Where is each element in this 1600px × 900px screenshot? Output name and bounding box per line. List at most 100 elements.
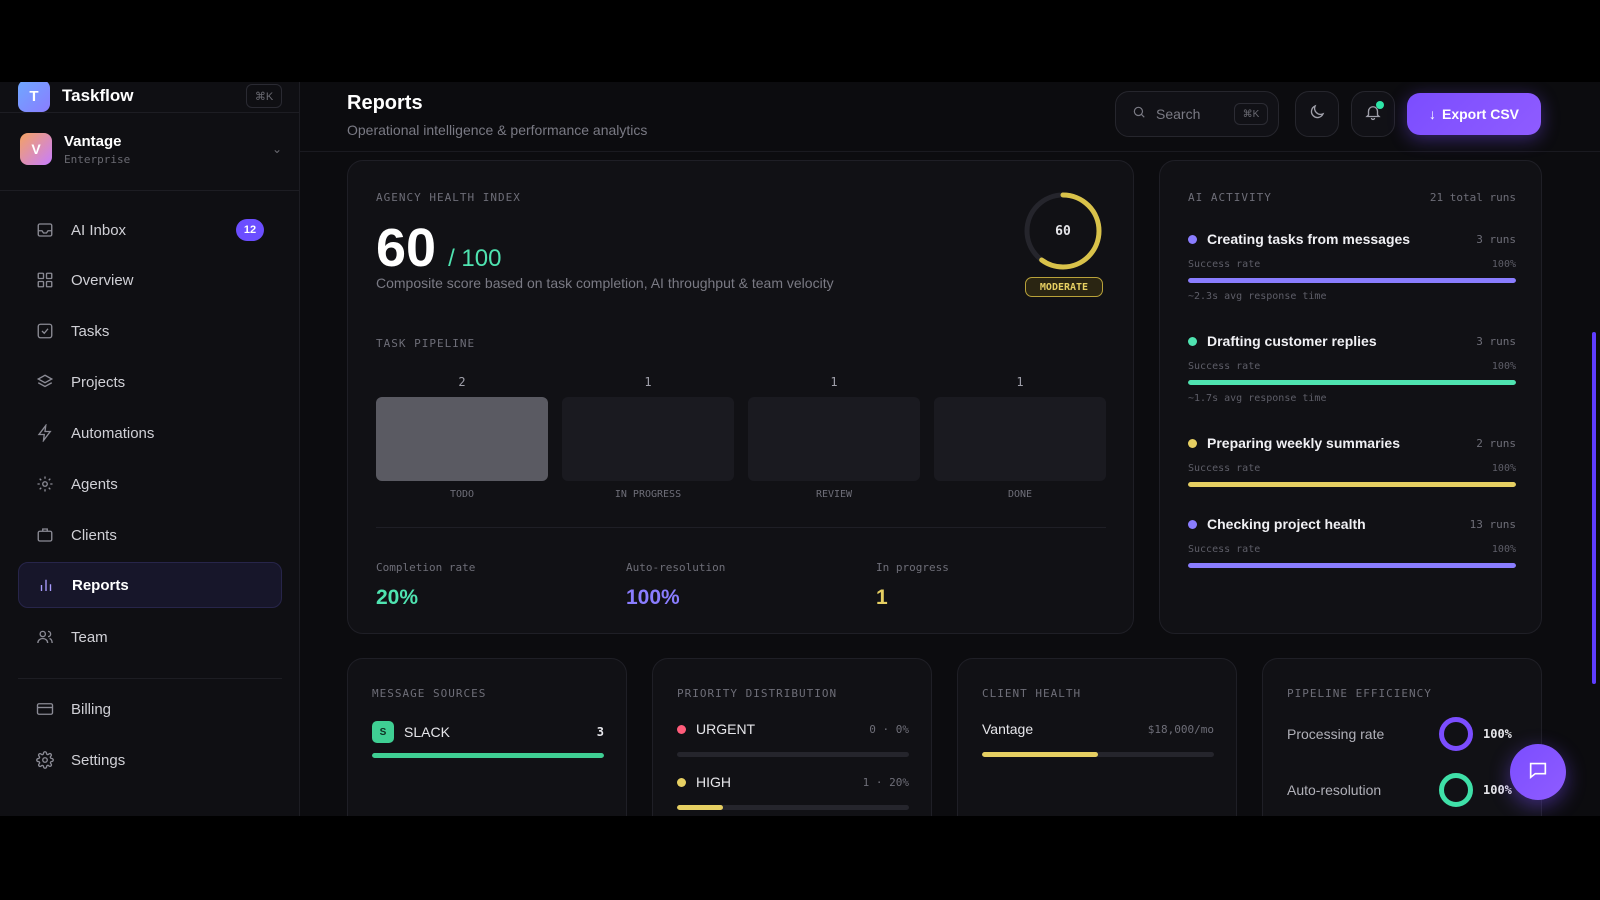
priority-row-urgent[interactable]: URGENT 0 · 0% xyxy=(677,721,909,737)
workspace-name: Vantage xyxy=(64,132,122,150)
pipeline-column-todo[interactable]: 2 TODO xyxy=(376,375,548,500)
workspace-avatar: V xyxy=(20,133,52,165)
search-icon xyxy=(1132,105,1146,124)
score-description: Composite score based on task completion… xyxy=(376,275,834,291)
success-rate-value: 100% xyxy=(1491,259,1516,270)
sidebar-item-agents[interactable]: Agents xyxy=(18,461,282,507)
success-rate-bar xyxy=(1188,380,1516,385)
source-name: SLACK xyxy=(404,724,450,740)
command-shortcut-button[interactable]: ⌘K xyxy=(246,84,282,108)
ai-activity-item[interactable]: Checking project health 13 runs Success r… xyxy=(1188,516,1516,568)
client-health-card: CLIENT HEALTH Vantage $18,000/mo xyxy=(957,658,1237,816)
sidebar-item-label: Reports xyxy=(72,576,129,594)
ai-activity-item[interactable]: Drafting customer replies 3 runs Success … xyxy=(1188,333,1516,404)
workspace-switcher[interactable]: V Vantage Enterprise ⌄ xyxy=(20,132,282,166)
activity-runs: 2 runs xyxy=(1476,436,1516,450)
theme-toggle-button[interactable] xyxy=(1295,91,1339,137)
activity-name: Creating tasks from messages xyxy=(1207,231,1411,247)
sidebar-item-settings[interactable]: Settings xyxy=(18,737,282,783)
priority-share-fill xyxy=(677,805,724,810)
success-rate-label: Success rate xyxy=(1188,259,1261,270)
stat-label: Auto-resolution xyxy=(626,561,726,574)
sidebar-item-projects[interactable]: Projects xyxy=(18,359,282,405)
export-csv-button[interactable]: ↓ Export CSV xyxy=(1407,93,1541,135)
credit-card-icon xyxy=(35,699,55,719)
bolt-icon xyxy=(35,423,55,443)
search-placeholder: Search xyxy=(1156,106,1201,122)
sidebar: T Taskflow ⌘K V Vantage Enterprise ⌄ AI … xyxy=(0,82,300,816)
priority-row-high[interactable]: HIGH 1 · 20% xyxy=(677,774,909,790)
arrow-down-icon: ↓ xyxy=(1428,106,1436,122)
success-rate-value: 100% xyxy=(1491,544,1516,555)
sidebar-item-clients[interactable]: Clients xyxy=(18,512,282,558)
score-max: / 100 xyxy=(448,245,502,272)
pipeline-column-done[interactable]: 1 DONE xyxy=(934,375,1106,500)
ai-activity-item[interactable]: Creating tasks from messages 3 runs Succe… xyxy=(1188,231,1516,302)
client-row-vantage[interactable]: Vantage $18,000/mo xyxy=(982,721,1214,737)
sidebar-item-ai-inbox[interactable]: AI Inbox 12 xyxy=(18,207,282,253)
sidebar-item-label: Billing xyxy=(71,700,112,718)
message-sources-card: MESSAGE SOURCES S SLACK 3 xyxy=(347,658,627,816)
client-health-fill xyxy=(982,752,1098,757)
priority-share-bar xyxy=(677,752,909,757)
sidebar-item-billing[interactable]: Billing xyxy=(18,686,282,732)
settings-icon xyxy=(35,750,55,770)
sidebar-item-label: Team xyxy=(71,628,108,646)
sidebar-item-label: Agents xyxy=(71,475,118,493)
stat-auto-resolution: Auto-resolution 100% xyxy=(626,561,725,610)
success-rate-bar xyxy=(1188,278,1516,283)
priority-dot xyxy=(677,724,686,734)
sidebar-item-tasks[interactable]: Tasks xyxy=(18,308,282,354)
activity-name: Checking project health xyxy=(1207,516,1366,532)
chat-button[interactable] xyxy=(1510,744,1566,800)
sidebar-item-team[interactable]: Team xyxy=(18,614,282,660)
sidebar-item-label: Settings xyxy=(71,751,126,769)
brand[interactable]: T Taskflow ⌘K xyxy=(18,82,282,112)
success-rate-label: Success rate xyxy=(1188,361,1261,372)
source-count: 3 xyxy=(596,725,604,739)
source-row-slack[interactable]: S SLACK 3 xyxy=(372,721,604,743)
pipeline-count: 1 xyxy=(830,375,838,389)
pipeline-stage: TODO xyxy=(449,489,475,500)
stat-value: 100% xyxy=(626,586,680,609)
success-rate-value: 100% xyxy=(1491,463,1516,474)
pipeline-bar xyxy=(376,397,548,481)
status-badge: MODERATE xyxy=(1025,277,1103,297)
health-score: 60 / 100 xyxy=(376,217,501,279)
success-rate-label: Success rate xyxy=(1188,544,1261,555)
scrollbar-thumb[interactable] xyxy=(1592,332,1596,684)
pipeline-stage: DONE xyxy=(1007,489,1033,500)
slack-icon: S xyxy=(372,721,394,743)
pipeline-column-in-progress[interactable]: 1 IN PROGRESS xyxy=(562,375,734,500)
search-input[interactable]: Search ⌘K xyxy=(1115,91,1279,137)
ai-activity-item[interactable]: Preparing weekly summaries 2 runs Success… xyxy=(1188,435,1516,487)
status-dot xyxy=(1188,336,1197,346)
workspace-plan: Enterprise xyxy=(64,152,131,166)
stat-label: In progress xyxy=(876,561,949,574)
sidebar-item-reports[interactable]: Reports xyxy=(18,562,282,608)
card-kicker: CLIENT HEALTH xyxy=(982,687,1082,700)
efficiency-label: Processing rate xyxy=(1287,726,1385,742)
sidebar-item-overview[interactable]: Overview xyxy=(18,257,282,303)
score-value: 60 xyxy=(376,218,437,278)
avg-response-time: ~1.7s avg response time xyxy=(1188,393,1327,404)
pipeline-kicker: TASK PIPELINE xyxy=(376,337,476,350)
divider xyxy=(376,527,1106,528)
sidebar-item-automations[interactable]: Automations xyxy=(18,410,282,456)
export-label: Export CSV xyxy=(1441,106,1519,122)
status-dot xyxy=(1188,234,1197,244)
divider xyxy=(0,190,300,191)
pipeline-count: 2 xyxy=(458,375,466,389)
ai-activity-card: AI ACTIVITY 21 total runs Creating tasks… xyxy=(1159,160,1542,634)
pipeline-column-review[interactable]: 1 REVIEW xyxy=(748,375,920,500)
chevron-down-icon[interactable]: ⌄ xyxy=(272,142,282,156)
efficiency-label: Auto-resolution xyxy=(1287,782,1382,798)
page-subtitle: Operational intelligence & performance a… xyxy=(347,122,648,138)
efficiency-row-processing: Processing rate 100% xyxy=(1287,717,1519,751)
source-share-fill xyxy=(372,753,604,758)
pipeline-count: 1 xyxy=(1016,375,1024,389)
stat-label: Completion rate xyxy=(376,561,476,574)
priority-value: 0 · 0% xyxy=(869,722,909,736)
pipeline-stage: IN PROGRESS xyxy=(614,489,682,500)
notifications-button[interactable] xyxy=(1351,91,1395,137)
